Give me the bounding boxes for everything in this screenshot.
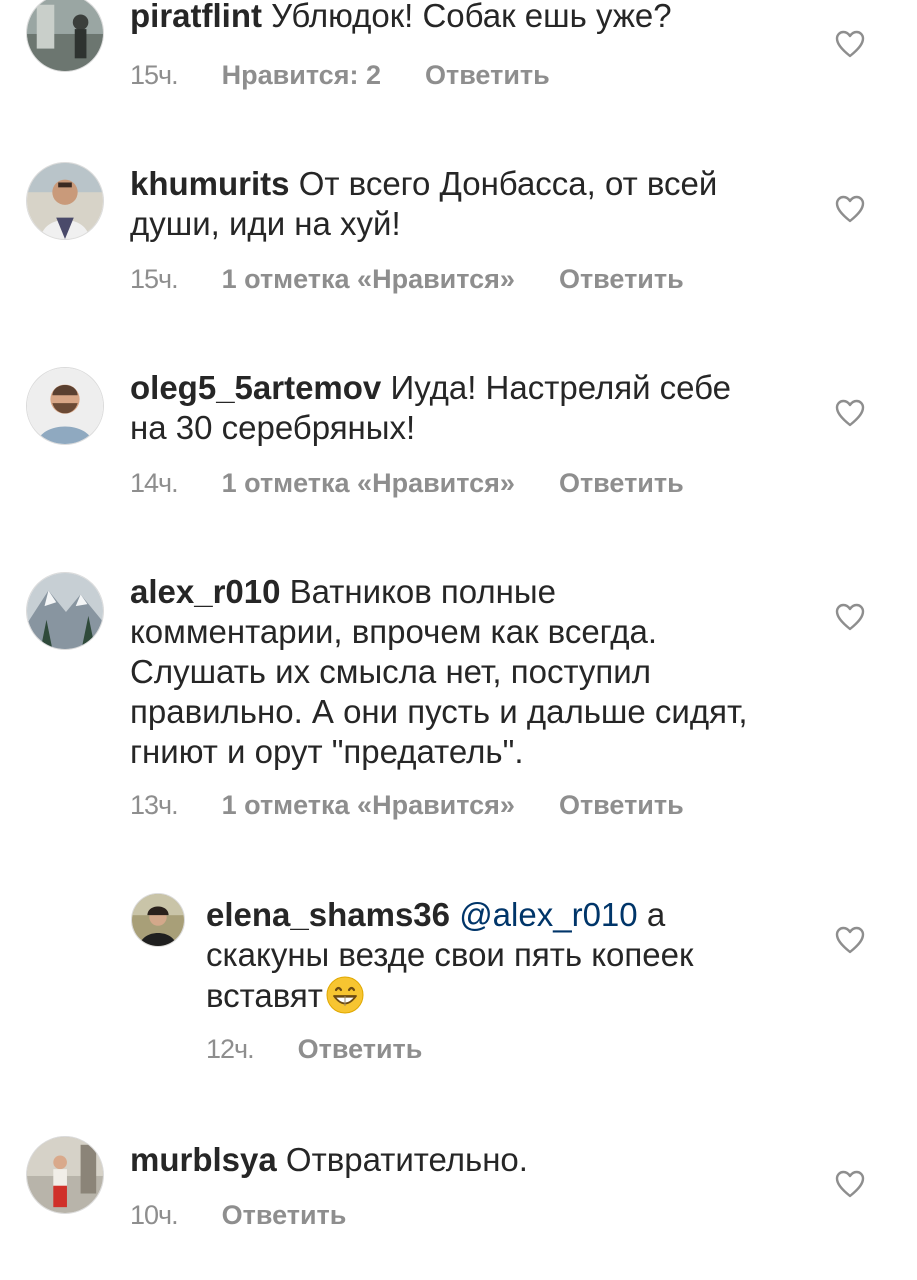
- reply-button[interactable]: Ответить: [559, 466, 684, 500]
- heart-icon[interactable]: [835, 195, 865, 223]
- comment-time: 15ч.: [130, 264, 179, 294]
- reply-button[interactable]: Ответить: [559, 262, 684, 296]
- heart-icon[interactable]: [835, 926, 865, 954]
- comment-username[interactable]: elena_shams36: [206, 896, 450, 933]
- comment-text: piratflint Ублюдок! Собак ешь уже?: [130, 0, 770, 36]
- likes-count[interactable]: Нравится: 2: [222, 58, 381, 92]
- comment-time: 13ч.: [130, 790, 179, 820]
- avatar[interactable]: [131, 893, 185, 947]
- heart-icon[interactable]: [835, 30, 865, 58]
- comment-time: 12ч.: [206, 1034, 255, 1064]
- comment-username[interactable]: khumurits: [130, 165, 290, 202]
- comment-time: 15ч.: [130, 60, 179, 90]
- avatar[interactable]: [26, 1136, 104, 1214]
- avatar[interactable]: [26, 0, 104, 72]
- comment-username[interactable]: piratflint: [130, 0, 262, 34]
- comment-text: murblsya Отвратительно.: [130, 1140, 770, 1180]
- comment-body: Отвратительно.: [285, 1141, 528, 1178]
- comment-meta: 14ч. 1 отметка «Нравится» Ответить: [130, 466, 684, 500]
- heart-icon[interactable]: [835, 399, 865, 427]
- reply-button[interactable]: Ответить: [222, 1198, 347, 1232]
- comment-body: Ублюдок! Собак ешь уже?: [271, 0, 672, 34]
- comment-meta: 12ч. Ответить: [206, 1032, 422, 1066]
- comment-username[interactable]: alex_r010: [130, 573, 280, 610]
- likes-count[interactable]: 1 отметка «Нравится»: [222, 788, 515, 822]
- comment-meta: 10ч. Ответить: [130, 1198, 346, 1232]
- grinning-face-icon: [325, 975, 365, 1015]
- avatar[interactable]: [26, 162, 104, 240]
- comment-text: alex_r010 Ватников полные комментарии, в…: [130, 572, 770, 772]
- comment-time: 10ч.: [130, 1200, 179, 1230]
- comment-text: oleg5_5artemov Иуда! Настреляй себе на 3…: [130, 368, 770, 448]
- comment-text: elena_shams36 @alex_r010 а скакуны везде…: [206, 895, 766, 1016]
- reply-button[interactable]: Ответить: [559, 788, 684, 822]
- comment-username[interactable]: oleg5_5artemov: [130, 369, 381, 406]
- reply-button[interactable]: Ответить: [425, 58, 550, 92]
- avatar[interactable]: [26, 367, 104, 445]
- reply-button[interactable]: Ответить: [298, 1032, 423, 1066]
- heart-icon[interactable]: [835, 1170, 865, 1198]
- likes-count[interactable]: 1 отметка «Нравится»: [222, 262, 515, 296]
- avatar[interactable]: [26, 572, 104, 650]
- likes-count[interactable]: 1 отметка «Нравится»: [222, 466, 515, 500]
- comment-username[interactable]: murblsya: [130, 1141, 277, 1178]
- comment-text: khumurits От всего Донбасса, от всей душ…: [130, 164, 770, 244]
- comment-meta: 15ч. Нравится: 2 Ответить: [130, 58, 550, 92]
- comment-time: 14ч.: [130, 468, 179, 498]
- heart-icon[interactable]: [835, 603, 865, 631]
- comment-meta: 15ч. 1 отметка «Нравится» Ответить: [130, 262, 684, 296]
- mention-link[interactable]: @alex_r010: [459, 896, 637, 933]
- comment-meta: 13ч. 1 отметка «Нравится» Ответить: [130, 788, 684, 822]
